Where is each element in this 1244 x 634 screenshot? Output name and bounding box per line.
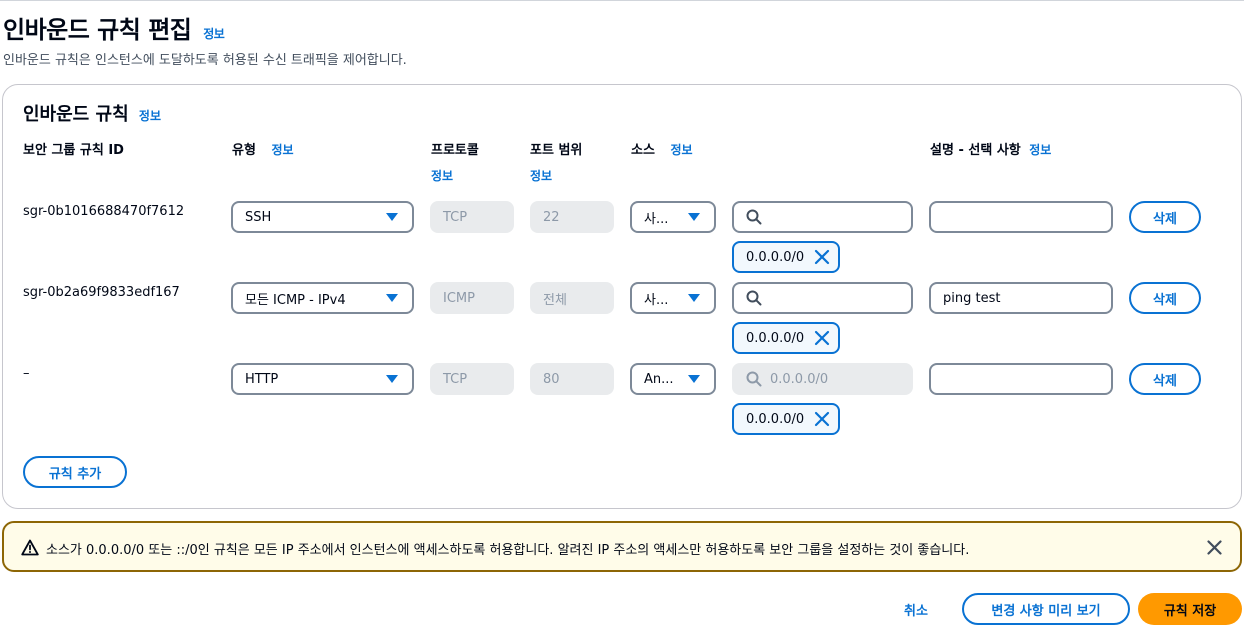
row-3-protocol-field: TCP [430, 363, 514, 395]
row-2-source-token-label: 0.0.0.0/0 [746, 330, 805, 346]
row-3-delete-button[interactable]: 삭제 [1129, 363, 1201, 395]
warning-icon [21, 539, 39, 556]
row-3-type-value: HTTP [245, 371, 279, 387]
row-2-source-type-select[interactable]: 사... [630, 282, 716, 314]
warning-alert: 소스가 0.0.0.0/0 또는 ::/0인 규칙은 모든 IP 주소에서 인스… [2, 521, 1242, 572]
cancel-link[interactable]: 취소 [904, 600, 928, 619]
row-3-rule-id: – [23, 366, 30, 381]
column-header-protocol: 프로토콜 [431, 143, 479, 158]
row-1-rule-id: sgr-0b1016688470f7612 [23, 204, 185, 219]
row-2-rule-id: sgr-0b2a69f9833edf167 [23, 285, 180, 300]
remove-token-icon[interactable] [814, 411, 830, 427]
row-2-description-input[interactable]: ping test [929, 282, 1113, 314]
warning-alert-message: 소스가 0.0.0.0/0 또는 ::/0인 규칙은 모든 IP 주소에서 인스… [46, 543, 970, 558]
row-3-source-token: 0.0.0.0/0 [732, 403, 840, 435]
column-header-rule-id: 보안 그룹 규칙 ID [23, 143, 124, 158]
column-header-description: 설명 - 선택 사항 정보 [930, 139, 1051, 158]
row-2-protocol-field: ICMP [430, 282, 514, 314]
search-icon [746, 371, 762, 387]
row-1-source-type-value: 사... [644, 211, 669, 227]
page-title-info-link[interactable]: 정보 [203, 27, 225, 41]
caret-down-icon [386, 294, 398, 302]
page-title: 인바운드 규칙 편집 정보 [3, 10, 225, 45]
row-3-description-input[interactable] [929, 363, 1113, 395]
preview-changes-button[interactable]: 변경 사항 미리 보기 [962, 593, 1130, 625]
top-divider [0, 0, 1244, 1]
search-icon [746, 209, 762, 225]
column-header-type-label: 유형 [232, 143, 256, 158]
row-3-port-field: 80 [530, 363, 614, 395]
row-2-delete-button[interactable]: 삭제 [1129, 282, 1201, 314]
row-3-source-token-label: 0.0.0.0/0 [746, 411, 805, 427]
caret-down-icon [386, 213, 398, 221]
row-2-source-token: 0.0.0.0/0 [732, 322, 840, 354]
column-header-source-label: 소스 [631, 143, 655, 158]
row-1-source-search-input[interactable] [732, 201, 913, 233]
row-3-source-search-input: 0.0.0.0/0 [732, 363, 913, 395]
column-header-type-info-link[interactable]: 정보 [271, 143, 293, 157]
row-2-source-search-input[interactable] [732, 282, 913, 314]
row-3-source-search-placeholder: 0.0.0.0/0 [770, 371, 829, 387]
remove-token-icon[interactable] [814, 330, 830, 346]
page-title-text: 인바운드 규칙 편집 [3, 16, 192, 44]
row-1-description-input[interactable] [929, 201, 1113, 233]
column-header-protocol-info-link[interactable]: 정보 [431, 167, 453, 184]
row-1-type-value: SSH [245, 209, 272, 225]
add-rule-button[interactable]: 규칙 추가 [23, 456, 127, 488]
column-header-description-label: 설명 - 선택 사항 [930, 143, 1021, 158]
column-header-type: 유형 정보 [232, 139, 294, 158]
row-1-source-type-select[interactable]: 사... [630, 201, 716, 233]
row-2-type-value: 모든 ICMP - IPv4 [245, 292, 346, 308]
row-2-source-type-value: 사... [644, 292, 669, 308]
caret-down-icon [688, 294, 700, 302]
caret-down-icon [688, 375, 700, 383]
panel-title-text: 인바운드 규칙 [23, 104, 129, 125]
row-2-port-field: 전체 [530, 282, 614, 314]
row-3-source-type-value: An... [644, 371, 674, 387]
column-header-port-info-link[interactable]: 정보 [530, 167, 552, 184]
remove-token-icon[interactable] [814, 249, 830, 265]
caret-down-icon [688, 213, 700, 221]
column-header-source-info-link[interactable]: 정보 [670, 143, 692, 157]
caret-down-icon [386, 375, 398, 383]
row-1-source-token: 0.0.0.0/0 [732, 241, 840, 273]
row-3-type-select[interactable]: HTTP [231, 363, 414, 395]
close-icon[interactable] [1207, 540, 1222, 555]
row-2-type-select[interactable]: 모든 ICMP - IPv4 [231, 282, 414, 314]
row-1-port-field: 22 [530, 201, 614, 233]
panel-title-info-link[interactable]: 정보 [139, 109, 161, 123]
row-3-source-type-select[interactable]: An... [630, 363, 716, 395]
row-2-description-value: ping test [943, 290, 1001, 306]
column-header-port-range: 포트 범위 [530, 143, 583, 158]
row-1-source-token-label: 0.0.0.0/0 [746, 249, 805, 265]
save-rules-button[interactable]: 규칙 저장 [1138, 593, 1242, 625]
row-1-type-select[interactable]: SSH [231, 201, 414, 233]
page-description: 인바운드 규칙은 인스턴스에 도달하도록 허용된 수신 트래픽을 제어합니다. [3, 53, 407, 68]
column-header-source: 소스 정보 [631, 139, 693, 158]
row-1-delete-button[interactable]: 삭제 [1129, 201, 1201, 233]
panel-title: 인바운드 규칙 정보 [23, 100, 161, 126]
row-1-protocol-field: TCP [430, 201, 514, 233]
column-header-description-info-link[interactable]: 정보 [1029, 143, 1051, 157]
search-icon [746, 290, 762, 306]
